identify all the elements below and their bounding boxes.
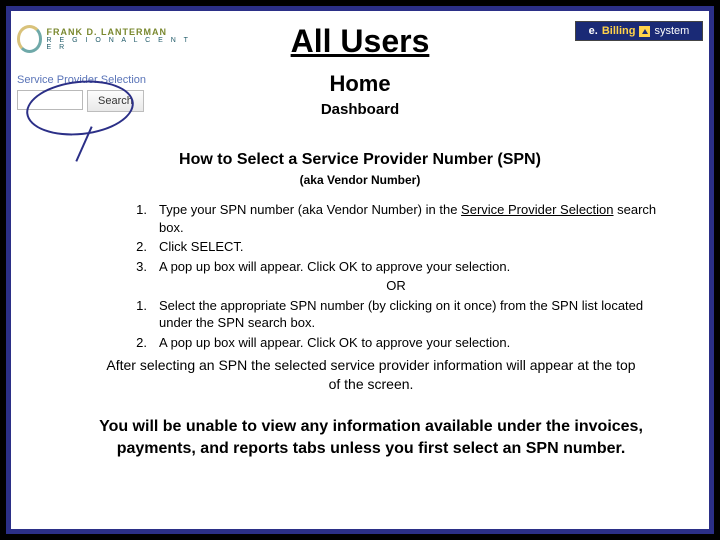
aka-label: (aka Vendor Number): [11, 173, 709, 187]
list-item: 1. Type your SPN number (aka Vendor Numb…: [131, 201, 661, 236]
page-title: All Users: [11, 23, 709, 60]
list-item: 2. A pop up box will appear. Click OK to…: [131, 334, 661, 352]
list-number: 3.: [131, 258, 159, 276]
list-number: 1.: [131, 297, 159, 332]
text-pre: Type your SPN number (aka Vendor Number)…: [159, 202, 461, 217]
list-text: Click SELECT.: [159, 238, 661, 256]
instruction-list: 1. Type your SPN number (aka Vendor Numb…: [131, 201, 661, 353]
slide: FRANK D. LANTERMAN R E G I O N A L C E N…: [6, 6, 714, 534]
list-text: A pop up box will appear. Click OK to ap…: [159, 334, 661, 352]
list-item: 2. Click SELECT.: [131, 238, 661, 256]
list-item: 3. A pop up box will appear. Click OK to…: [131, 258, 661, 276]
list-text: A pop up box will appear. Click OK to ap…: [159, 258, 661, 276]
list-number: 2.: [131, 334, 159, 352]
text-underline: Service Provider Selection: [461, 202, 613, 217]
list-text: Type your SPN number (aka Vendor Number)…: [159, 201, 661, 236]
list-text: Select the appropriate SPN number (by cl…: [159, 297, 661, 332]
warning-note: You will be unable to view any informati…: [81, 416, 661, 459]
list-item: 1. Select the appropriate SPN number (by…: [131, 297, 661, 332]
or-label: OR: [131, 277, 661, 295]
section-heading: How to Select a Service Provider Number …: [11, 151, 709, 169]
list-number: 2.: [131, 238, 159, 256]
after-note: After selecting an SPN the selected serv…: [101, 356, 641, 394]
list-number: 1.: [131, 201, 159, 236]
